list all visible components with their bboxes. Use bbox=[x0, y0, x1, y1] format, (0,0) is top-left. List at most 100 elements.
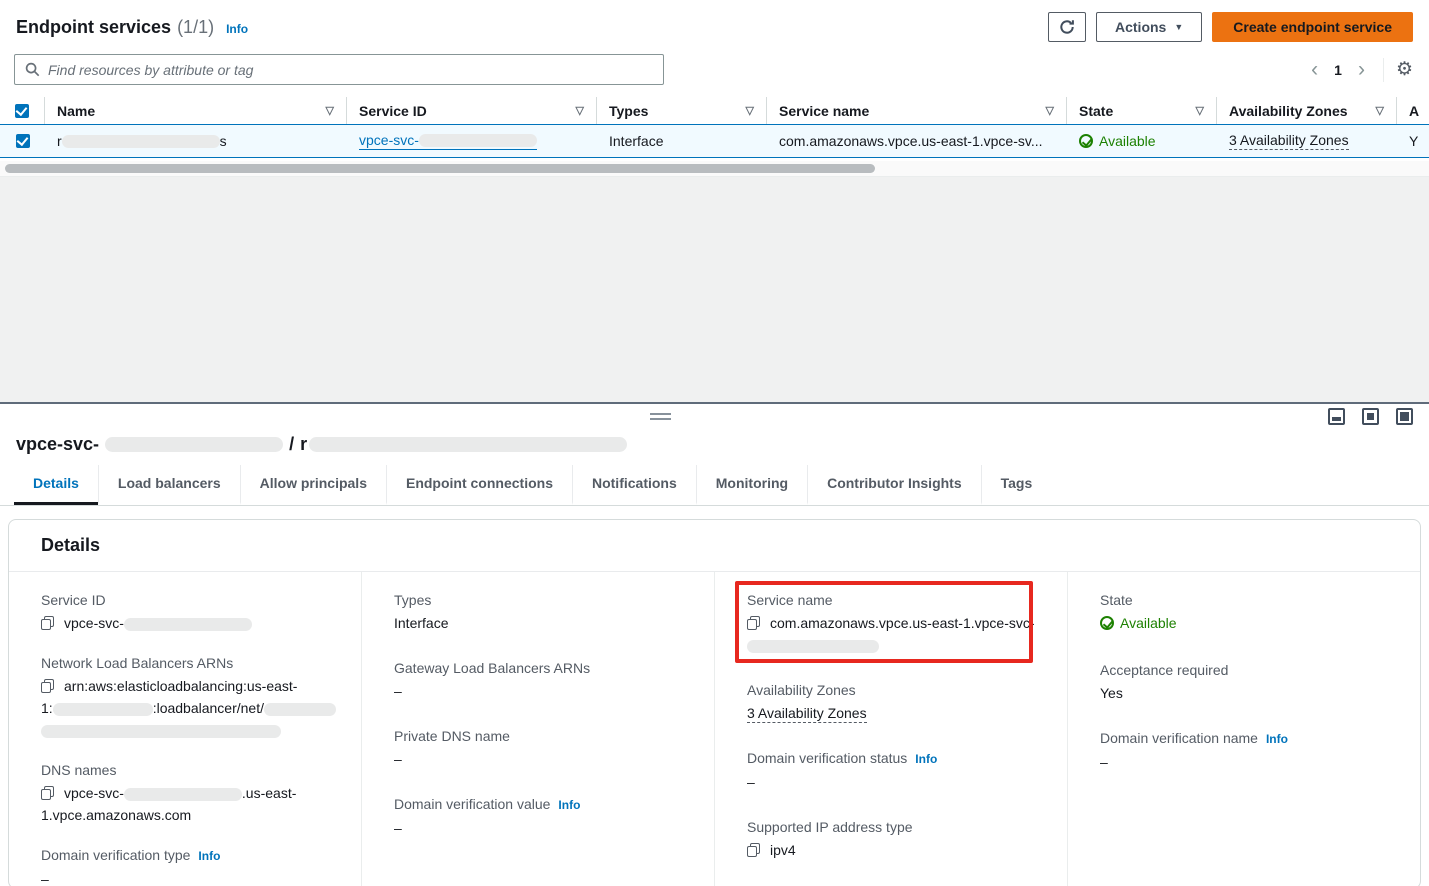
availability-zones-link[interactable]: 3 Availability Zones bbox=[747, 705, 867, 723]
field-state: State Available bbox=[1100, 590, 1398, 636]
table-header-row: Name ▽ Service ID ▽ Types ▽ Service name… bbox=[0, 97, 1429, 124]
tab-tags[interactable]: Tags bbox=[981, 465, 1052, 505]
redacted-text bbox=[309, 437, 627, 452]
nlb-arn-line1: arn:aws:elasticloadbalancing:us-east- bbox=[64, 678, 297, 694]
dns-name-end: .us-east- bbox=[242, 785, 296, 801]
filter-icon[interactable]: ▽ bbox=[1188, 104, 1204, 117]
supported-ip-text: ipv4 bbox=[770, 842, 796, 858]
info-link[interactable]: Info bbox=[1266, 732, 1288, 746]
next-page-icon[interactable]: › bbox=[1352, 59, 1371, 80]
domain-verification-name-label: Domain verification name Info bbox=[1100, 728, 1398, 750]
details-card: Details Service ID vpce-svc- Network Loa… bbox=[8, 519, 1421, 886]
state-badge: Available bbox=[1100, 612, 1177, 634]
column-header-availability-zones[interactable]: Availability Zones ▽ bbox=[1217, 97, 1397, 124]
details-column-4: State Available Acceptance required Yes … bbox=[1068, 572, 1420, 886]
info-link[interactable]: Info bbox=[558, 798, 580, 812]
search-icon bbox=[25, 62, 40, 77]
filter-icon[interactable]: ▽ bbox=[738, 104, 754, 117]
copy-icon[interactable] bbox=[747, 616, 760, 630]
tab-contributor-insights[interactable]: Contributor Insights bbox=[807, 465, 981, 505]
tab-endpoint-connections[interactable]: Endpoint connections bbox=[386, 465, 572, 505]
field-supported-ip: Supported IP address type ipv4 bbox=[747, 817, 1045, 861]
page-title: Endpoint services bbox=[16, 17, 171, 38]
availability-zones-link[interactable]: 3 Availability Zones bbox=[1229, 132, 1349, 150]
field-domain-verification-status: Domain verification statusInfo – bbox=[747, 748, 1045, 793]
filter-icon[interactable]: ▽ bbox=[568, 104, 584, 117]
table-row[interactable]: rs vpce-svc- Interface com.amazonaws.vpc… bbox=[0, 124, 1429, 158]
split-panel: vpce-svc- / r Details Load balancers All… bbox=[0, 404, 1429, 886]
service-id-link[interactable]: vpce-svc- bbox=[359, 132, 537, 150]
select-all-checkbox[interactable] bbox=[15, 104, 29, 118]
create-endpoint-service-button[interactable]: Create endpoint service bbox=[1212, 12, 1413, 42]
tab-allow-principals[interactable]: Allow principals bbox=[240, 465, 386, 505]
state-label: Available bbox=[1099, 133, 1156, 149]
pager-divider bbox=[1383, 58, 1384, 82]
endpoint-services-table: Name ▽ Service ID ▽ Types ▽ Service name… bbox=[0, 97, 1429, 158]
tab-monitoring[interactable]: Monitoring bbox=[696, 465, 807, 505]
field-domain-verification-name: Domain verification name Info – bbox=[1100, 728, 1398, 773]
tab-load-balancers[interactable]: Load balancers bbox=[98, 465, 240, 505]
service-id-value: vpce-svc- bbox=[41, 612, 339, 634]
info-link[interactable]: Info bbox=[915, 752, 937, 766]
types-value: Interface bbox=[394, 612, 692, 634]
service-name-value: com.amazonaws.vpce.us-east-1.vpce-svc- bbox=[747, 612, 1045, 656]
filter-icon[interactable]: ▽ bbox=[1038, 104, 1054, 117]
row-az-cell: 3 Availability Zones bbox=[1217, 132, 1397, 150]
tab-notifications[interactable]: Notifications bbox=[572, 465, 696, 505]
caret-down-icon: ▼ bbox=[1174, 22, 1183, 32]
domain-verification-value-label: Domain verification valueInfo bbox=[394, 794, 692, 816]
row-checkbox[interactable] bbox=[16, 134, 30, 148]
field-service-id: Service ID vpce-svc- bbox=[41, 590, 339, 634]
copy-icon[interactable] bbox=[41, 679, 54, 693]
state-badge: Available bbox=[1079, 133, 1156, 149]
current-page[interactable]: 1 bbox=[1328, 62, 1348, 78]
column-header-name[interactable]: Name ▽ bbox=[45, 97, 347, 124]
refresh-icon bbox=[1059, 19, 1075, 35]
search-box[interactable] bbox=[14, 54, 664, 85]
horizontal-scrollbar[interactable] bbox=[0, 161, 1429, 176]
domain-verification-name-value: – bbox=[1100, 751, 1398, 773]
domain-verification-type-text: Domain verification type bbox=[41, 847, 190, 863]
copy-icon[interactable] bbox=[41, 786, 54, 800]
table-settings-gear-icon[interactable]: ⚙ bbox=[1396, 60, 1413, 79]
available-check-icon bbox=[1100, 616, 1114, 630]
split-panel-title: vpce-svc- / r bbox=[0, 430, 1429, 465]
panel-size-medium-icon[interactable] bbox=[1362, 408, 1379, 425]
service-id-label: Service ID bbox=[41, 590, 339, 611]
panel-size-large-icon[interactable] bbox=[1396, 408, 1413, 425]
column-header-state[interactable]: State ▽ bbox=[1067, 97, 1217, 124]
field-domain-verification-value: Domain verification valueInfo – bbox=[394, 794, 692, 839]
row-name-start: r bbox=[57, 133, 62, 149]
panel-size-small-icon[interactable] bbox=[1328, 408, 1345, 425]
search-input[interactable] bbox=[48, 62, 653, 78]
filter-icon[interactable]: ▽ bbox=[318, 104, 334, 117]
domain-verification-value-value: – bbox=[394, 817, 692, 839]
column-header-service-name[interactable]: Service name ▽ bbox=[767, 97, 1067, 124]
nlb-arns-label: Network Load Balancers ARNs bbox=[41, 653, 339, 674]
domain-verification-name-text: Domain verification name bbox=[1100, 730, 1258, 746]
scrollbar-thumb[interactable] bbox=[5, 164, 875, 173]
filter-icon[interactable]: ▽ bbox=[1368, 104, 1384, 117]
copy-icon[interactable] bbox=[747, 843, 760, 857]
column-header-acceptance[interactable]: A bbox=[1397, 97, 1429, 124]
field-private-dns-name: Private DNS name – bbox=[394, 726, 692, 770]
glb-arns-label: Gateway Load Balancers ARNs bbox=[394, 658, 692, 679]
actions-button[interactable]: Actions ▼ bbox=[1096, 12, 1202, 42]
tab-details[interactable]: Details bbox=[14, 465, 98, 505]
page-info-link[interactable]: Info bbox=[226, 22, 248, 36]
redacted-text bbox=[264, 703, 336, 716]
field-glb-arns: Gateway Load Balancers ARNs – bbox=[394, 658, 692, 702]
details-card-title: Details bbox=[41, 535, 100, 555]
refresh-button[interactable] bbox=[1048, 12, 1086, 42]
copy-icon[interactable] bbox=[41, 616, 54, 630]
split-panel-drag-handle[interactable] bbox=[650, 413, 671, 420]
row-state-cell: Available bbox=[1067, 133, 1217, 149]
column-header-service-id[interactable]: Service ID ▽ bbox=[347, 97, 597, 124]
prev-page-icon[interactable]: ‹ bbox=[1305, 59, 1324, 80]
split-panel-chrome bbox=[0, 404, 1429, 430]
state-label: State bbox=[1100, 590, 1398, 611]
redacted-text bbox=[419, 134, 537, 147]
dns-name-start: vpce-svc- bbox=[64, 785, 124, 801]
column-header-types[interactable]: Types ▽ bbox=[597, 97, 767, 124]
info-link[interactable]: Info bbox=[198, 849, 220, 863]
